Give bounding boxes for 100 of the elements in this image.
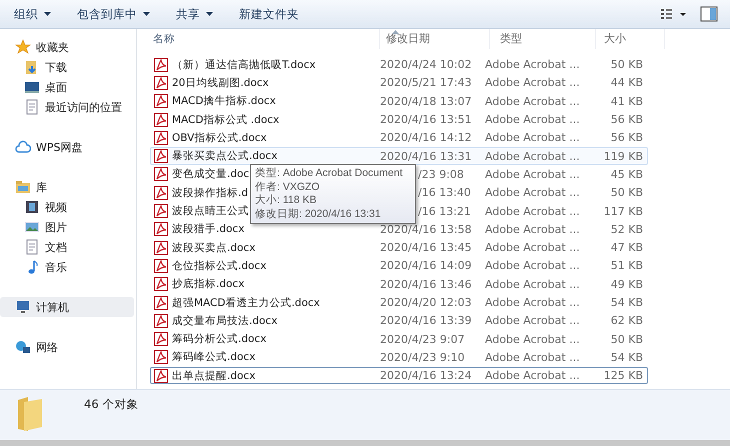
file-size: 52 KB xyxy=(610,222,643,236)
file-name[interactable]: 成交量布局技法.docx xyxy=(172,314,278,328)
file-name[interactable]: MACD擒牛指标.docx xyxy=(172,94,276,108)
column-header[interactable]: 大小 xyxy=(596,29,665,49)
pdf-file-icon xyxy=(153,312,169,329)
file-row[interactable]: 出单点提醒.docx 2020/4/16 13:24 Adobe Acrobat ... 125 KB xyxy=(150,367,648,384)
navigation-item[interactable]: 库 xyxy=(0,177,134,197)
navigation-item[interactable]: 计算机 xyxy=(0,297,134,317)
navigation-item[interactable]: 桌面 xyxy=(0,77,134,97)
file-name[interactable]: 仓位指标公式.docx xyxy=(172,258,266,273)
modified-date: 2020/4/18 13:07 xyxy=(380,94,472,108)
navigation-item[interactable]: 网络 xyxy=(0,337,134,357)
modified-date: 2020/5/21 17:43 xyxy=(380,76,472,90)
navigation-item[interactable]: 最近访问的位置 xyxy=(0,97,134,117)
network-icon xyxy=(15,339,31,355)
film-icon xyxy=(24,199,40,215)
file-size: 125 KB xyxy=(604,369,643,382)
column-header[interactable]: 名称 xyxy=(151,29,380,49)
file-size: 44 KB xyxy=(610,76,643,90)
sort-arrow-icon xyxy=(392,30,399,34)
file-type: Adobe Acrobat ... xyxy=(485,150,580,163)
pdf-file-icon xyxy=(153,331,169,348)
file-size: 49 KB xyxy=(610,278,643,291)
modified-date: 2020/4/16 13:51 xyxy=(380,113,472,126)
file-name[interactable]: 波段操作指标.d xyxy=(172,186,248,200)
file-name[interactable]: 波段点睛王公式 xyxy=(172,204,249,218)
pdf-file-icon xyxy=(153,56,169,73)
file-name[interactable]: 筹码分析公式.docx xyxy=(172,332,266,346)
file-size: 50 KB xyxy=(610,186,643,200)
toolbar-button[interactable]: 共享 xyxy=(170,4,219,24)
navigation-item[interactable]: WPS网盘 xyxy=(0,137,134,157)
file-name[interactable]: （新）通达信高抛低吸T.docx xyxy=(172,58,316,72)
modified-date: 2020/4/16 14:09 xyxy=(380,259,472,272)
modified-date: 2020/4/16 13:24 xyxy=(380,369,472,382)
column-header[interactable]: 修改日期 xyxy=(380,29,490,49)
file-name[interactable]: OBV指标公式.docx xyxy=(172,130,267,145)
navigation-item[interactable]: 图片 xyxy=(0,217,134,237)
pdf-file-icon xyxy=(153,130,169,146)
file-type: Adobe Acrobat ... xyxy=(485,241,580,254)
tooltip-line: 作者: VXGZO xyxy=(255,180,321,194)
file-size: 54 KB xyxy=(610,296,643,309)
file-size: 50 KB xyxy=(610,332,643,346)
document-icon xyxy=(24,99,40,115)
file-name: 出单点提醒.docx xyxy=(172,368,256,383)
pdf-file-icon xyxy=(153,166,169,182)
file-size: 117 KB xyxy=(604,204,643,218)
file-name[interactable]: 变色成交量.doc xyxy=(172,167,250,182)
status-text: 46 个对象 xyxy=(84,397,138,412)
modified-date: 2020/4/16 14:12 xyxy=(380,131,472,144)
modified-date: 2020/4/16 13:46 xyxy=(380,278,472,291)
modified-date: 2020/4/23 9:07 xyxy=(380,332,465,346)
modified-date: /16 13:40 xyxy=(417,186,471,200)
file-type: Adobe Acrobat ... xyxy=(485,131,580,144)
pdf-file-icon xyxy=(153,184,169,201)
file-size: 45 KB xyxy=(610,168,643,181)
file-name[interactable]: 波段猎手.docx xyxy=(172,222,244,236)
file-name[interactable]: 筹码峰公式.docx xyxy=(172,350,256,364)
file-type: Adobe Acrobat ... xyxy=(485,76,580,90)
file-name: 暴张买卖点公式.docx xyxy=(172,149,278,164)
cloud-icon xyxy=(15,139,31,155)
file-name[interactable]: 抄底指标.docx xyxy=(172,277,244,292)
file-type: Adobe Acrobat ... xyxy=(485,369,580,382)
file-name[interactable]: 波段买卖点.docx xyxy=(172,240,256,255)
file-type: Adobe Acrobat ... xyxy=(485,186,580,200)
pdf-file-icon xyxy=(153,368,169,384)
file-size: 51 KB xyxy=(610,259,643,272)
navigation-item[interactable]: 下载 xyxy=(0,57,134,77)
navigation-item[interactable]: 视频 xyxy=(0,197,134,217)
navigation-item[interactable]: 文档 xyxy=(0,237,134,257)
file-type: Adobe Acrobat ... xyxy=(485,222,580,236)
computer-icon xyxy=(15,299,31,315)
modified-date: 2020/4/16 13:39 xyxy=(380,314,472,328)
toolbar-button[interactable]: 包含到库中 xyxy=(71,4,156,24)
document-icon xyxy=(24,239,40,255)
file-type: Adobe Acrobat ... xyxy=(485,113,580,126)
file-size: 62 KB xyxy=(610,314,643,328)
file-size: 50 KB xyxy=(610,58,643,72)
tooltip-line: 修改日期: 2020/4/16 13:31 xyxy=(255,208,382,221)
file-size: 56 KB xyxy=(610,131,643,144)
toolbar-button[interactable]: 新建文件夹 xyxy=(233,4,305,24)
file-type: Adobe Acrobat ... xyxy=(485,94,580,108)
toolbar-button[interactable]: 组织 xyxy=(8,4,57,24)
modified-date: 2020/4/16 13:58 xyxy=(380,222,472,236)
file-row[interactable]: 暴张买卖点公式.docx 2020/4/16 13:31 Adobe Acrobat ... 119 KB xyxy=(150,147,648,165)
pdf-file-icon xyxy=(153,112,169,128)
navigation-item[interactable]: 音乐 xyxy=(0,257,134,277)
column-header[interactable]: 类型 xyxy=(490,29,596,49)
file-type: Adobe Acrobat ... xyxy=(485,278,580,291)
pdf-file-icon xyxy=(153,276,169,292)
file-name[interactable]: MACD指标公式 .docx xyxy=(172,112,280,127)
modified-date: 2020/4/20 12:03 xyxy=(380,296,472,309)
tooltip-line: 大小: 118 KB xyxy=(255,194,318,208)
file-type: Adobe Acrobat ... xyxy=(485,58,580,72)
file-type: Adobe Acrobat ... xyxy=(485,332,580,346)
file-name[interactable]: 20日均线副图.docx xyxy=(172,76,269,90)
view-options-icon[interactable] xyxy=(660,7,688,21)
navigation-item[interactable]: 收藏夹 xyxy=(0,37,134,57)
file-name[interactable]: 超强MACD看透主力公式.docx xyxy=(172,296,320,310)
preview-pane-icon[interactable] xyxy=(700,6,718,22)
pdf-file-icon xyxy=(153,93,169,110)
